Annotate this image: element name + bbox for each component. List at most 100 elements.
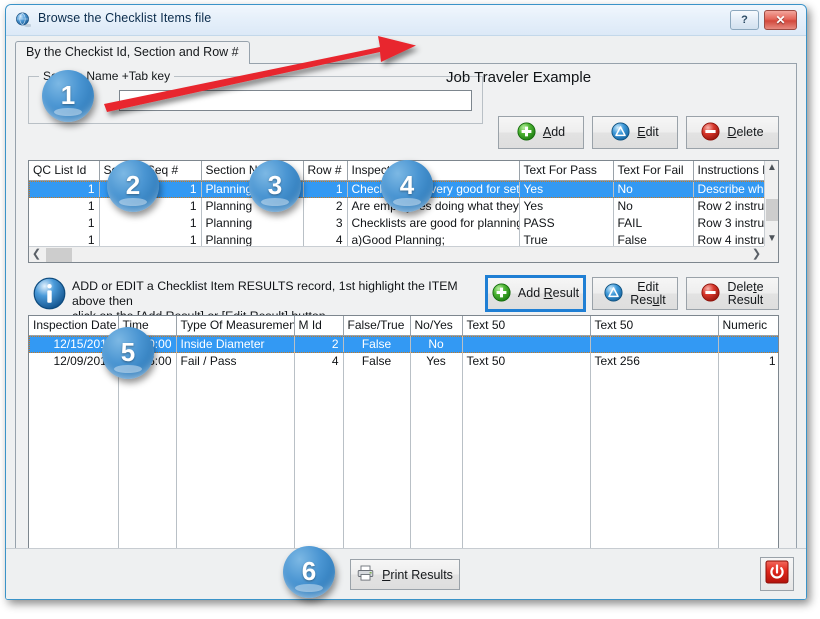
horizontal-scrollbar[interactable]: ❮ ❯ bbox=[29, 246, 764, 262]
page-title: Job Traveler Example bbox=[446, 69, 591, 86]
table-row[interactable]: 12/15/2017 17:00:00 Inside Diameter 2 Fa… bbox=[29, 336, 778, 354]
checklist-results-empty-rows bbox=[29, 370, 778, 555]
scroll-right-icon[interactable]: ❯ bbox=[749, 247, 764, 262]
col-instructions-for-fail[interactable]: Instructions For Fa bbox=[693, 161, 764, 181]
table-row[interactable]: 12/09/2017 14:15:00 Fail / Pass 4 False … bbox=[29, 353, 778, 370]
cell-text-50-b bbox=[590, 336, 718, 354]
printer-icon bbox=[357, 565, 374, 584]
horizontal-scroll-track[interactable] bbox=[44, 247, 749, 263]
vertical-scroll-thumb[interactable] bbox=[766, 199, 778, 221]
scroll-up-icon[interactable]: ▲ bbox=[765, 161, 779, 175]
col-text-50-b[interactable]: Text 50 bbox=[590, 316, 718, 336]
empty-row bbox=[29, 370, 778, 387]
exit-button[interactable] bbox=[760, 557, 794, 591]
table-row[interactable]: 1 1 Planning 2 Are employees doing what … bbox=[29, 198, 764, 215]
close-button[interactable]: ✕ bbox=[764, 10, 797, 30]
vertical-scrollbar[interactable]: ▲ ▼ bbox=[764, 161, 778, 246]
cell-text-50-a: Text 50 bbox=[462, 353, 590, 370]
cell-section-name: Planning bbox=[201, 232, 303, 246]
col-text-for-pass[interactable]: Text For Pass bbox=[519, 161, 613, 181]
col-text-for-fail[interactable]: Text For Fail bbox=[613, 161, 693, 181]
delete-result-button-label: DeleteResult bbox=[727, 281, 763, 307]
print-results-button[interactable]: Print Results bbox=[350, 559, 460, 590]
cell-text-for-pass: True bbox=[519, 232, 613, 246]
col-text-50-a[interactable]: Text 50 bbox=[462, 316, 590, 336]
section-name-input[interactable] bbox=[119, 90, 472, 111]
cell-text-for-fail: No bbox=[613, 198, 693, 215]
cell-section-name: Planning bbox=[201, 198, 303, 215]
cell-time: 14:15:00 bbox=[118, 353, 176, 370]
minus-circle-icon bbox=[701, 283, 720, 305]
edit-result-button-label: EditResult bbox=[630, 281, 665, 307]
info-circle-icon bbox=[33, 277, 66, 310]
triangle-circle-icon bbox=[611, 122, 630, 144]
col-time[interactable]: Time bbox=[118, 316, 176, 336]
delete-button[interactable]: Delete bbox=[686, 116, 779, 149]
empty-row bbox=[29, 404, 778, 421]
col-no-yes[interactable]: No/Yes bbox=[410, 316, 462, 336]
empty-row bbox=[29, 489, 778, 506]
tab-by-checklist-id[interactable]: By the Checkist Id, Section and Row # bbox=[15, 41, 250, 64]
add-button[interactable]: Add bbox=[498, 116, 584, 149]
table-header-row: Inspection Date Time Type Of Measurement… bbox=[29, 316, 778, 336]
col-row-num[interactable]: Row # bbox=[303, 161, 347, 181]
cell-type-of-measurement: Fail / Pass bbox=[176, 353, 294, 370]
info-message-line1: ADD or EDIT a Checklist Item RESULTS rec… bbox=[72, 279, 472, 309]
horizontal-scroll-thumb[interactable] bbox=[46, 248, 72, 262]
plus-circle-icon bbox=[517, 122, 536, 144]
minus-circle-icon bbox=[701, 122, 720, 144]
section-name-group: Section Name +Tab key bbox=[28, 76, 483, 124]
edit-result-button[interactable]: EditResult bbox=[592, 277, 678, 310]
delete-button-label: Delete bbox=[727, 126, 763, 139]
col-type-of-measurement[interactable]: Type Of Measurement bbox=[176, 316, 294, 336]
checklist-items-table: QC List Id Section Seq # Section Name Ro… bbox=[29, 161, 764, 246]
delete-result-button[interactable]: DeleteResult bbox=[686, 277, 779, 310]
help-button[interactable]: ? bbox=[730, 10, 759, 30]
scrollbar-corner bbox=[764, 246, 778, 262]
col-numeric[interactable]: Numeric bbox=[718, 316, 778, 336]
cell-qc-list-id: 1 bbox=[29, 198, 99, 215]
window-title: Browse the Checklist Items file bbox=[38, 11, 211, 25]
col-section-name[interactable]: Section Name bbox=[201, 161, 303, 181]
col-false-true[interactable]: False/True bbox=[343, 316, 410, 336]
cell-text-for-fail: FAIL bbox=[613, 215, 693, 232]
cell-numeric bbox=[718, 336, 778, 354]
edit-button[interactable]: Edit bbox=[592, 116, 678, 149]
cell-no-yes: No bbox=[410, 336, 462, 354]
checklist-results-grid[interactable]: Inspection Date Time Type Of Measurement… bbox=[28, 315, 779, 572]
cell-text-for-pass: Yes bbox=[519, 198, 613, 215]
cell-instructions: Describe what sh bbox=[693, 181, 764, 199]
table-row[interactable]: 1 1 Planning 1 Checklists are very good … bbox=[29, 181, 764, 199]
checklist-results-grid-viewport: Inspection Date Time Type Of Measurement… bbox=[29, 316, 778, 555]
add-result-button[interactable]: Add Result bbox=[487, 277, 584, 310]
scroll-down-icon[interactable]: ▼ bbox=[765, 232, 779, 246]
section-name-legend: Section Name +Tab key bbox=[39, 69, 174, 83]
col-qc-list-id[interactable]: QC List Id bbox=[29, 161, 99, 181]
cell-row-num: 2 bbox=[303, 198, 347, 215]
cell-section-seq: 1 bbox=[99, 215, 201, 232]
table-row[interactable]: 1 1 Planning 4 a)Good Planning; True Fal… bbox=[29, 232, 764, 246]
col-section-seq[interactable]: Section Seq # bbox=[99, 161, 201, 181]
cell-inspection-date: 12/15/2017 bbox=[29, 336, 118, 354]
empty-row bbox=[29, 438, 778, 455]
col-inspection-date[interactable]: Inspection Date bbox=[29, 316, 118, 336]
cell-inspection-date: 12/09/2017 bbox=[29, 353, 118, 370]
table-header-row: QC List Id Section Seq # Section Name Ro… bbox=[29, 161, 764, 181]
checklist-items-grid[interactable]: QC List Id Section Seq # Section Name Ro… bbox=[28, 160, 779, 263]
scroll-left-icon[interactable]: ❮ bbox=[29, 247, 44, 262]
edit-button-label: Edit bbox=[637, 126, 659, 139]
col-m-id[interactable]: M Id bbox=[294, 316, 343, 336]
cell-text-for-pass: Yes bbox=[519, 181, 613, 199]
client-area: Job Traveler Example By the Checkist Id,… bbox=[6, 36, 806, 600]
empty-row bbox=[29, 506, 778, 523]
cell-inspection: a)Good Planning; bbox=[347, 232, 519, 246]
cell-false-true: False bbox=[343, 336, 410, 354]
cell-m-id: 4 bbox=[294, 353, 343, 370]
table-row[interactable]: 1 1 Planning 3 Checklists are good for p… bbox=[29, 215, 764, 232]
footer-bar: Print Results bbox=[6, 548, 806, 600]
col-inspection[interactable]: Inspection bbox=[347, 161, 519, 181]
cell-time: 17:00:00 bbox=[118, 336, 176, 354]
power-icon bbox=[765, 560, 789, 589]
browse-checklist-items-window: Browse the Checklist Items file ? ✕ Job … bbox=[5, 4, 807, 600]
cell-section-name: Planning bbox=[201, 181, 303, 199]
